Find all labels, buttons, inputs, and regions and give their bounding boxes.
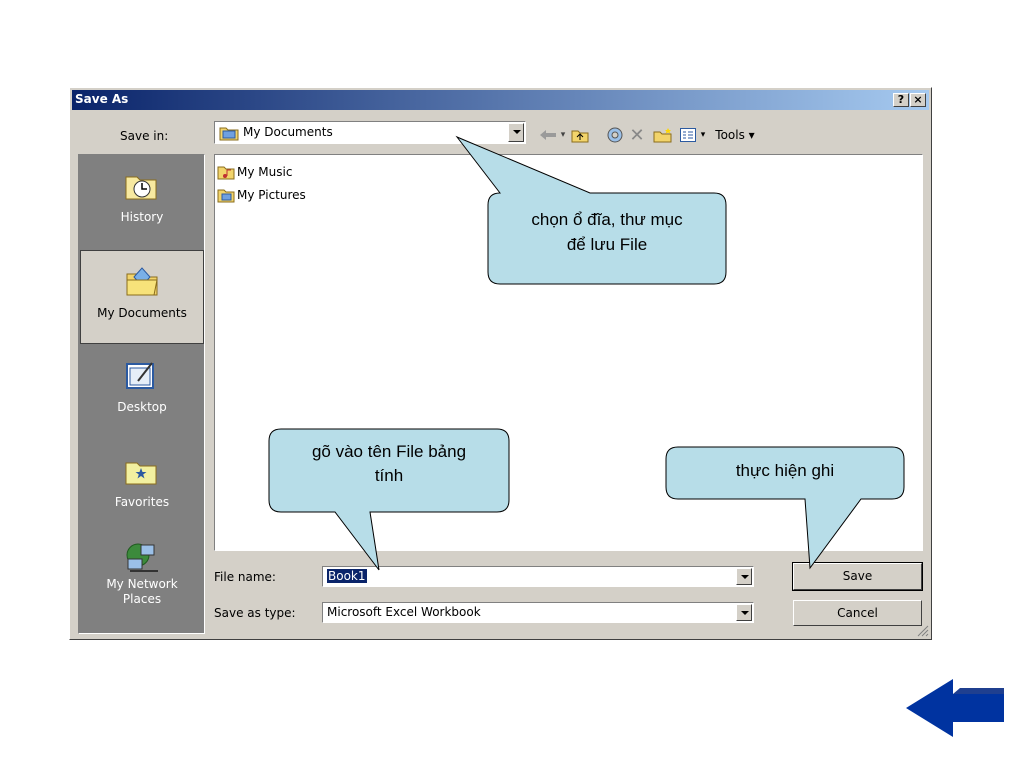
callout-folder: chọn ổ đĩa, thư mục để lưu File xyxy=(455,135,727,285)
callout-folder-line2: để lưu File xyxy=(567,235,647,254)
callout-layer: chọn ổ đĩa, thư mục để lưu File gõ vào t… xyxy=(268,135,1004,737)
callout-filename-line1: gõ vào tên File bảng xyxy=(312,442,466,461)
callout-filename-line2: tính xyxy=(375,466,403,485)
callout-folder-line1: chọn ổ đĩa, thư mục xyxy=(531,210,683,229)
callout-save-line1: thực hiện ghi xyxy=(736,461,834,480)
callout-save: thực hiện ghi xyxy=(665,446,905,570)
callout-filename: gõ vào tên File bảng tính xyxy=(268,428,510,571)
back-arrow-icon[interactable] xyxy=(906,679,1004,737)
